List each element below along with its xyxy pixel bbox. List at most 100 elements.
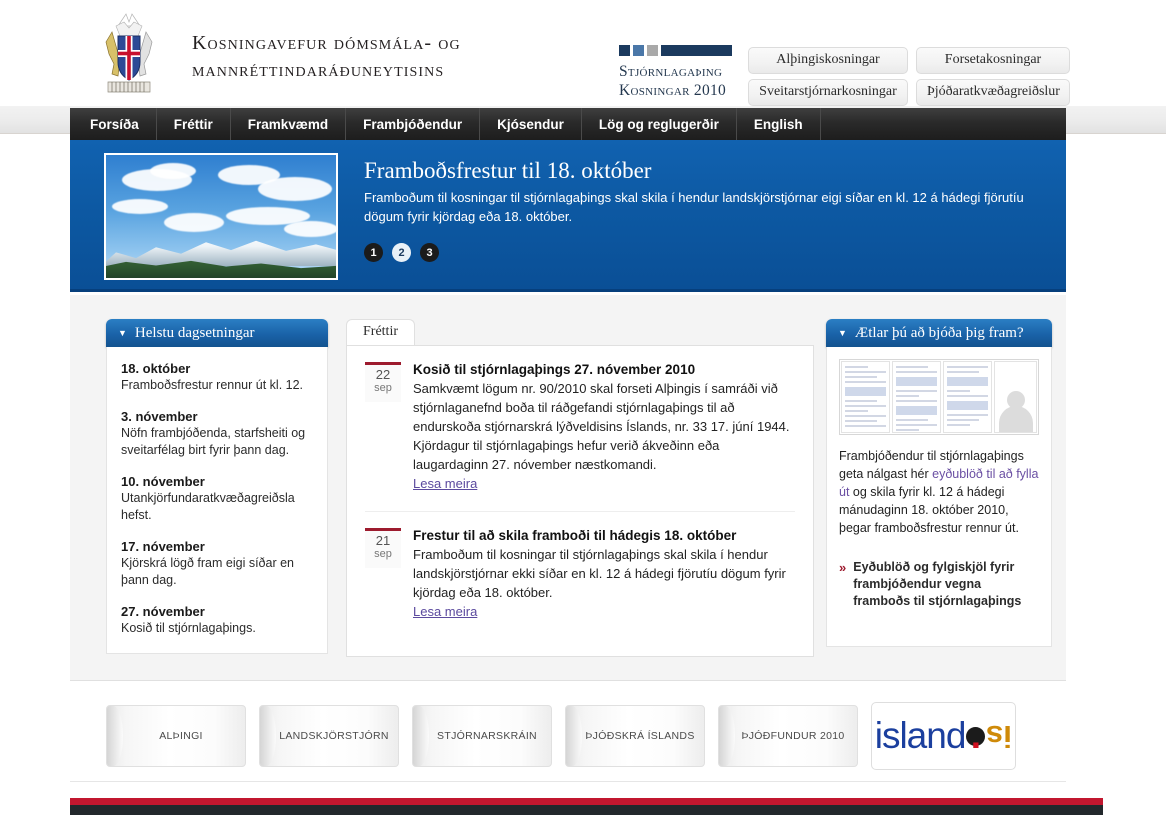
partner-label: ÞJÓÐFUNDUR 2010 [741, 730, 845, 742]
dates-panel-header[interactable]: ▼ Helstu dagsetningar [106, 319, 328, 347]
news-text: Framboðum til kosningar til stjórnlagaþi… [413, 547, 786, 600]
footer-dark-bar [70, 805, 1103, 815]
logo-square-dark [619, 45, 630, 56]
partner-thjodskra-islands[interactable]: ÞJÓÐSKRÁ ÍSLANDS [565, 705, 705, 767]
partner-landskjorstjorn[interactable]: LANDSKJÖRSTJÓRN [259, 705, 399, 767]
candidacy-forms-thumbnail[interactable] [839, 359, 1039, 435]
logo-squares [619, 45, 743, 56]
dates-panel-title: Helstu dagsetningar [134, 324, 255, 341]
hero-text: Framboðsfrestur til 18. október Framboðu… [364, 158, 1044, 226]
news-date-day: 21 [375, 533, 391, 548]
partner-label: ÞJÓÐSKRÁ ÍSLANDS [585, 730, 695, 742]
nav-filler [821, 108, 1066, 140]
masthead: Kosningavefur dómsmála- og mannréttindar… [0, 0, 1166, 106]
main-navigation: Forsíða Fréttir Framkvæmd Frambjóðendur … [70, 108, 1066, 140]
island-text: island [874, 715, 967, 756]
site-title-line2: mannréttindaráðuneytisins [192, 60, 445, 81]
election-buttons-row-2: Sveitarstjórnarkosningar Þjóðaratkvæðagr… [748, 79, 1070, 106]
election-buttons-row-1: Alþingiskosningar Forsetakosningar [748, 47, 1070, 74]
stjornlagathing-logo[interactable]: Stjórnlagaþing Kosningar 2010 [619, 45, 743, 100]
news-date-badge: 21 sep [365, 528, 401, 568]
news-text: Samkvæmt lögum nr. 90/2010 skal forseti … [413, 381, 790, 472]
nav-item-framkvaemd[interactable]: Framkvæmd [231, 108, 347, 140]
date-label: 10. nóvember [121, 474, 205, 489]
dates-panel-body: 18. október Framboðsfrestur rennur út kl… [106, 347, 328, 654]
nav-item-english[interactable]: English [737, 108, 821, 140]
date-entry: 17. nóvember Kjörskrá lögð fram eigi síð… [121, 539, 313, 589]
cloud-shape [150, 163, 196, 179]
nav-item-kjosendur[interactable]: Kjósendur [480, 108, 582, 140]
slide-dot-2-active[interactable]: 2 [392, 243, 411, 262]
nav-item-forsida[interactable]: Forsíða [70, 108, 157, 140]
date-description: Utankjörfundaratkvæðagreiðsla hefst. [121, 491, 295, 522]
partner-label: STJÓRNARSKRÁIN [437, 730, 537, 742]
news-headline[interactable]: Frestur til að skila framboði til hádegi… [413, 528, 795, 543]
dates-panel: ▼ Helstu dagsetningar 18. október Frambo… [106, 319, 328, 654]
tab-frettir[interactable]: Fréttir [346, 319, 415, 345]
nav-item-frambjodendur[interactable]: Frambjóðendur [346, 108, 481, 140]
date-entry: 3. nóvember Nöfn frambjóðenda, starfshei… [121, 409, 313, 459]
slide-dot-1[interactable]: 1 [364, 243, 383, 262]
hero-slide-indicators: 1 2 3 [364, 243, 439, 262]
page-root: Kosningavefur dómsmála- og mannréttindar… [0, 0, 1166, 815]
election-type-buttons: Alþingiskosningar Forsetakosningar Sveit… [748, 47, 1070, 111]
island-is-logo[interactable]: island . is [871, 702, 1016, 770]
footer-red-stripe [70, 798, 1103, 805]
date-description: Kosið til stjórnlagaþings. [121, 621, 256, 635]
date-label: 3. nóvember [121, 409, 198, 424]
read-more-link[interactable]: Lesa meira [413, 476, 477, 491]
person-silhouette-icon [994, 361, 1037, 433]
partner-logos-bar: ALÞINGI LANDSKJÖRSTJÓRN STJÓRNARSKRÁIN Þ… [70, 682, 1066, 782]
forms-bullet-label[interactable]: Eyðublöð og fylgiskjöl fyrir frambjóðend… [853, 559, 1039, 610]
main-content: ▼ Helstu dagsetningar 18. október Frambo… [70, 295, 1066, 681]
date-label: 18. október [121, 361, 191, 376]
date-label: 27. nóvember [121, 604, 205, 619]
date-entry: 27. nóvember Kosið til stjórnlagaþings. [121, 604, 313, 637]
candidacy-panel-header[interactable]: ▼ Ætlar þú að bjóða þig fram? [826, 319, 1052, 347]
news-body: Frestur til að skila framboði til hádegi… [413, 528, 795, 621]
cloud-shape [284, 221, 336, 237]
forms-bullet-link[interactable]: » Eyðublöð og fylgiskjöl fyrir frambjóðe… [839, 559, 1039, 610]
logo-line1: Stjórnlagaþing [619, 63, 723, 80]
cloud-shape [112, 199, 168, 214]
partner-label: ALÞINGI [159, 730, 203, 742]
hero-banner: Framboðsfrestur til 18. október Framboðu… [70, 140, 1066, 292]
candidacy-panel-body: Frambjóðendur til stjórnlagaþings geta n… [826, 347, 1052, 647]
island-dot: . [966, 715, 986, 756]
date-description: Framboðsfrestur rennur út kl. 12. [121, 378, 304, 392]
candidacy-panel-title: Ætlar þú að bjóða þig fram? [854, 324, 1024, 341]
nav-item-log-og-reglugerdir[interactable]: Lög og reglugerðir [582, 108, 737, 140]
site-title-line1: Kosningavefur dómsmála- og [192, 32, 461, 54]
date-label: 17. nóvember [121, 539, 205, 554]
button-althingiskosningar[interactable]: Alþingiskosningar [748, 47, 908, 74]
partner-list: ALÞINGI LANDSKJÖRSTJÓRN STJÓRNARSKRÁIN Þ… [106, 702, 1016, 770]
partner-label: LANDSKJÖRSTJÓRN [279, 730, 389, 742]
news-list: 22 sep Kosið til stjórnlagaþings 27. nóv… [346, 345, 814, 657]
iceland-coat-of-arms-icon [105, 13, 153, 93]
logo-line2: Kosningar 2010 [619, 82, 727, 99]
candidacy-panel: ▼ Ætlar þú að bjóða þig fram? Frambjóðen… [826, 319, 1052, 647]
candidacy-text-after: og skila fyrir kl. 12 á hádegi mánudagin… [839, 485, 1019, 535]
news-date-month: sep [374, 382, 392, 394]
slide-dot-3[interactable]: 3 [420, 243, 439, 262]
nav-item-frettir[interactable]: Fréttir [157, 108, 231, 140]
partner-thjodfundur-2010[interactable]: ÞJÓÐFUNDUR 2010 [718, 705, 858, 767]
news-item: 21 sep Frestur til að skila framboði til… [365, 511, 795, 639]
form-document [892, 361, 941, 433]
chevron-down-icon: ▼ [838, 328, 847, 338]
partner-althingi[interactable]: ALÞINGI [106, 705, 246, 767]
news-date-day: 22 [375, 367, 391, 382]
button-forsetakosningar[interactable]: Forsetakosningar [916, 47, 1070, 74]
news-body: Kosið til stjórnlagaþings 27. nóvember 2… [413, 362, 795, 493]
date-entry: 10. nóvember Utankjörfundaratkvæðagreiðs… [121, 474, 313, 524]
date-description: Nöfn frambjóðenda, starfsheiti og sveita… [121, 426, 306, 457]
news-headline[interactable]: Kosið til stjórnlagaþings 27. nóvember 2… [413, 362, 795, 377]
logo-square-grey [647, 45, 658, 56]
news-tabstrip: Fréttir [346, 319, 814, 345]
button-thjodaratkvaedagreidslur[interactable]: Þjóðaratkvæðagreiðslur [916, 79, 1070, 106]
partner-stjornarskrain[interactable]: STJÓRNARSKRÁIN [412, 705, 552, 767]
read-more-link[interactable]: Lesa meira [413, 604, 477, 619]
cloud-shape [258, 177, 332, 201]
button-sveitarstjornarkosningar[interactable]: Sveitarstjórnarkosningar [748, 79, 908, 106]
news-item: 22 sep Kosið til stjórnlagaþings 27. nóv… [365, 362, 795, 511]
